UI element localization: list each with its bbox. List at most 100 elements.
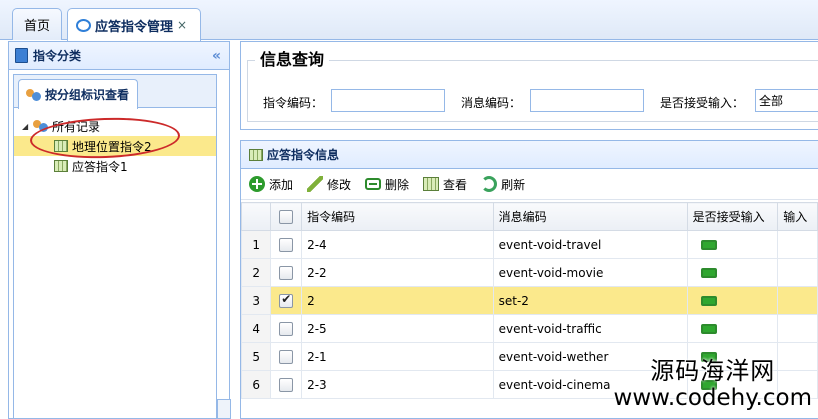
table-row[interactable]: 1 2-4 event-void-travel bbox=[240, 230, 818, 259]
users-icon bbox=[32, 119, 49, 133]
row-select-cell[interactable] bbox=[270, 286, 303, 315]
command-code-label: 指令编码： bbox=[263, 96, 324, 110]
book-icon bbox=[15, 48, 28, 63]
row-select-cell[interactable] bbox=[270, 258, 303, 287]
accept-input-select[interactable] bbox=[755, 89, 818, 112]
command-code-input[interactable] bbox=[331, 89, 445, 112]
tree-node-child[interactable]: 地理位置指令2 bbox=[14, 136, 216, 156]
column-header[interactable]: 消息编码 bbox=[492, 202, 688, 231]
group-view-area: 按分组标识查看 ◢ 所有记录 地理位置指令2 应答指令1 bbox=[13, 74, 217, 419]
panel-splitter[interactable] bbox=[217, 399, 231, 419]
row-number: 3 bbox=[240, 286, 272, 315]
column-header[interactable]: 指令编码 bbox=[301, 202, 494, 231]
input-cell bbox=[777, 314, 818, 343]
category-tree: ◢ 所有记录 地理位置指令2 应答指令1 bbox=[14, 108, 216, 176]
delete-button[interactable]: 删除 bbox=[365, 176, 409, 193]
column-header[interactable]: 输入 bbox=[777, 202, 818, 231]
query-fieldset: 指令编码： 消息编码： 是否接受输入： bbox=[247, 60, 818, 122]
accept-input-cell bbox=[686, 258, 779, 287]
grid-panel-title: 应答指令信息 bbox=[267, 148, 340, 162]
message-code-cell: event-void-movie bbox=[492, 258, 688, 287]
row-checkbox[interactable] bbox=[279, 349, 294, 364]
column-header[interactable]: 是否接受输入 bbox=[686, 202, 779, 231]
select-all-checkbox[interactable] bbox=[279, 209, 294, 224]
tree-node-label: 应答指令1 bbox=[72, 159, 128, 174]
tab-group-view[interactable]: 按分组标识查看 bbox=[18, 79, 139, 109]
select-all-cell[interactable] bbox=[270, 202, 303, 231]
row-select-cell[interactable] bbox=[270, 370, 303, 399]
accept-input-cell bbox=[686, 230, 779, 259]
refresh-button[interactable]: 刷新 bbox=[481, 176, 525, 193]
tab-home-label: 首页 bbox=[23, 19, 50, 34]
refresh-icon bbox=[481, 176, 498, 192]
accept-input-label: 是否接受输入： bbox=[660, 96, 745, 110]
row-number: 6 bbox=[240, 370, 272, 399]
collapse-icon[interactable]: « bbox=[212, 48, 221, 64]
input-cell bbox=[777, 230, 818, 259]
row-checkbox[interactable] bbox=[279, 377, 294, 392]
command-code-cell: 2-3 bbox=[301, 370, 494, 399]
row-checkbox[interactable] bbox=[279, 321, 294, 336]
refresh-button-label: 刷新 bbox=[501, 177, 526, 192]
table-icon bbox=[423, 177, 440, 191]
users-icon bbox=[25, 88, 42, 102]
accept-input-cell bbox=[686, 286, 779, 315]
subtab-strip: 按分组标识查看 bbox=[14, 75, 216, 109]
input-cell bbox=[777, 286, 818, 315]
left-panel: 指令分类 « 按分组标识查看 ◢ 所有记录 地理位置指令2 应答指令1 bbox=[8, 41, 230, 419]
query-panel: 指令编码： 消息编码： 是否接受输入： 信息查询 bbox=[240, 41, 818, 130]
grid-icon bbox=[249, 148, 263, 161]
grid-icon bbox=[54, 140, 68, 152]
close-icon[interactable]: × bbox=[177, 18, 187, 32]
message-code-input[interactable] bbox=[530, 89, 644, 112]
add-button[interactable]: 添加 bbox=[249, 176, 293, 193]
tree-node-label: 地理位置指令2 bbox=[72, 139, 152, 154]
left-panel-title: 指令分类 bbox=[33, 49, 82, 63]
subtab-label: 按分组标识查看 bbox=[45, 88, 130, 102]
edit-button[interactable]: 修改 bbox=[307, 176, 351, 193]
command-code-cell: 2-2 bbox=[301, 258, 494, 287]
accept-input-icon bbox=[700, 324, 717, 334]
table-row[interactable]: 2 2-2 event-void-movie bbox=[240, 258, 818, 287]
row-number: 4 bbox=[240, 314, 272, 343]
tab-answer-command-management[interactable]: 应答指令管理 × bbox=[67, 8, 201, 41]
row-number: 2 bbox=[240, 258, 272, 287]
tree-node-label: 所有记录 bbox=[52, 119, 101, 134]
command-code-cell: 2 bbox=[301, 286, 494, 315]
minus-icon bbox=[365, 178, 382, 190]
tab-home[interactable]: 首页 bbox=[12, 8, 62, 40]
edit-button-label: 修改 bbox=[327, 177, 352, 192]
accept-input-icon bbox=[700, 268, 717, 278]
row-select-cell[interactable] bbox=[270, 230, 303, 259]
grid-panel-header: 应答指令信息 bbox=[241, 141, 818, 169]
accept-input-icon bbox=[700, 296, 717, 306]
row-number: 1 bbox=[240, 230, 272, 259]
row-checkbox[interactable] bbox=[279, 265, 294, 280]
tree-node-child[interactable]: 应答指令1 bbox=[14, 156, 216, 176]
command-code-cell: 2-1 bbox=[301, 342, 494, 371]
message-code-label: 消息编码： bbox=[461, 96, 522, 110]
message-code-cell: event-void-travel bbox=[492, 230, 688, 259]
row-select-cell[interactable] bbox=[270, 342, 303, 371]
tab-bar: 首页 应答指令管理 × bbox=[0, 0, 818, 41]
plus-icon bbox=[249, 176, 265, 192]
row-number: 5 bbox=[240, 342, 272, 371]
view-button[interactable]: 查看 bbox=[423, 176, 467, 193]
row-checkbox[interactable] bbox=[279, 292, 294, 308]
tab-active-label: 应答指令管理 bbox=[95, 19, 174, 35]
triangle-down-icon[interactable]: ◢ bbox=[22, 122, 32, 131]
grid-icon bbox=[54, 160, 68, 172]
table-row[interactable]: 32set-2 bbox=[240, 286, 818, 315]
left-panel-header: 指令分类 « bbox=[9, 42, 229, 70]
tree-node-root[interactable]: ◢ 所有记录 bbox=[14, 116, 216, 136]
view-button-label: 查看 bbox=[443, 177, 468, 192]
row-checkbox[interactable] bbox=[279, 237, 294, 252]
row-select-cell[interactable] bbox=[270, 314, 303, 343]
table-row[interactable]: 4 2-5 event-void-traffic bbox=[240, 314, 818, 343]
table-header-row: 指令编码 消息编码 是否接受输入 输入 bbox=[240, 202, 818, 231]
row-number-header bbox=[240, 202, 272, 231]
watermark-line1: 源码海洋网 bbox=[650, 357, 776, 385]
message-code-cell: event-void-traffic bbox=[492, 314, 688, 343]
accept-input-icon bbox=[700, 240, 717, 250]
query-title: 信息查询 bbox=[255, 46, 330, 70]
